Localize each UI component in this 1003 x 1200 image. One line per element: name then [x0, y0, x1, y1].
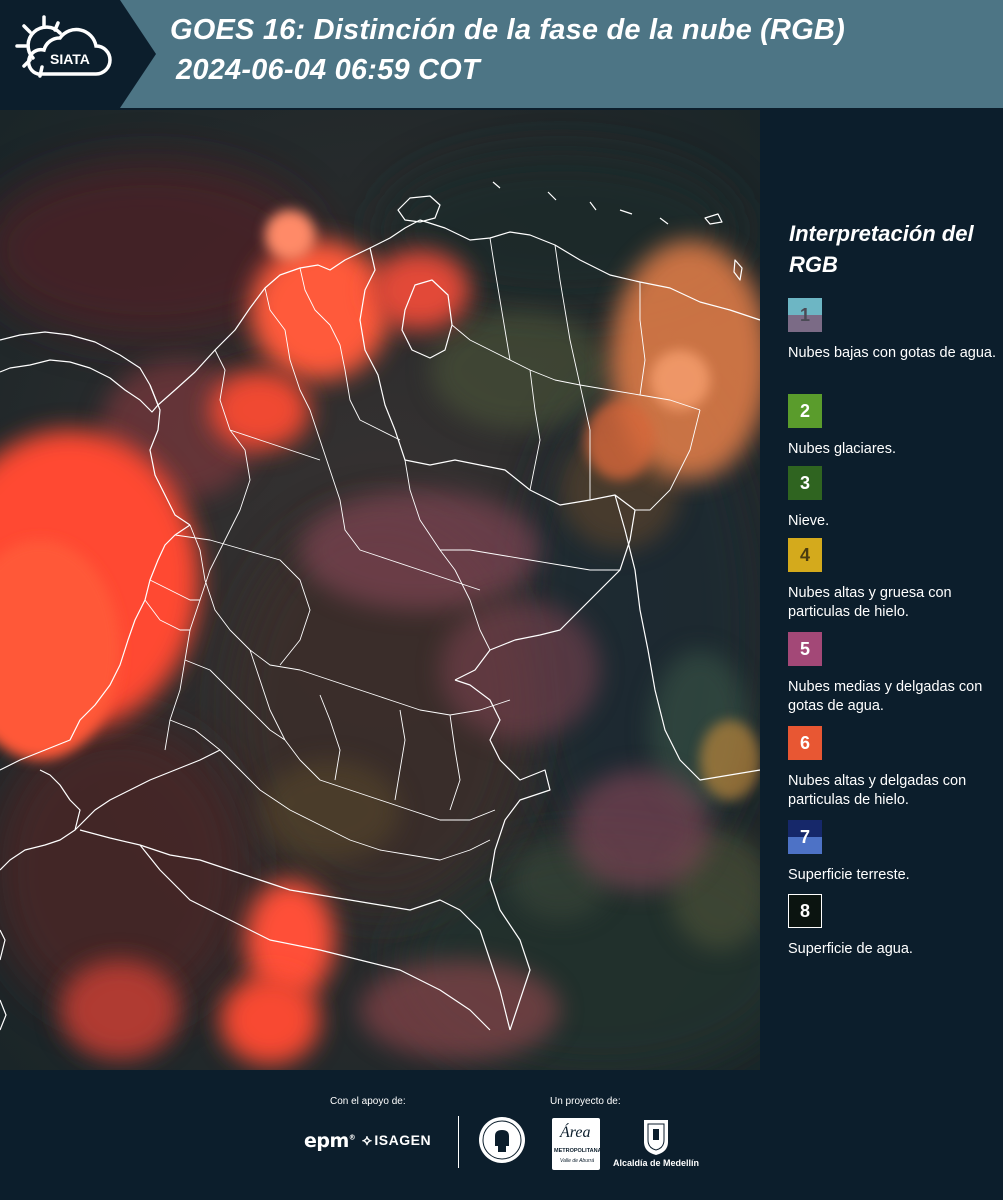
- svg-text:SIATA: SIATA: [50, 51, 90, 67]
- legend-swatch-5: 5: [788, 632, 822, 666]
- epm-logo-text: epm: [304, 1130, 349, 1152]
- legend-label-8: Superficie de agua.: [788, 941, 913, 957]
- legend-swatch-2: 2: [788, 394, 822, 428]
- page-title: GOES 16: Distinción de la fase de la nub…: [170, 14, 845, 46]
- legend-item-7: 7 Superficie terreste.: [788, 820, 998, 885]
- legend-number-3: 3: [799, 472, 810, 493]
- legend-swatch-7: 7: [788, 820, 822, 854]
- legend-label-7: Superficie terreste.: [788, 867, 910, 883]
- legend-label-3: Nieve.: [788, 513, 830, 529]
- area-metropolitana-logo[interactable]: Área METROPOLITANA Valle de Aburrá: [552, 1118, 602, 1170]
- legend-number-4: 4: [799, 544, 810, 565]
- legend-item-4: 4 Nubes altas y gruesa con particulas de…: [788, 538, 998, 622]
- area-logo-word: Área: [560, 1124, 591, 1141]
- legend-label-1: Nubes bajas con gotas de agua.: [788, 345, 996, 361]
- legend-panel: Interpretación del RGB 1 Nubes bajas con…: [762, 110, 1003, 1070]
- legend-label-4: Nubes altas y gruesa con particulas de h…: [788, 585, 952, 620]
- isagen-logo-text: ISAGEN: [374, 1132, 432, 1148]
- legend-item-3: 3 Nieve.: [788, 466, 998, 531]
- epm-logo[interactable]: epm®: [304, 1130, 356, 1152]
- legend-swatch-1: 1: [788, 298, 822, 332]
- project-label: Un proyecto de:: [550, 1096, 621, 1107]
- legend-label-6: Nubes altas y delgadas con particulas de…: [788, 773, 967, 808]
- legend-number-2: 2: [799, 400, 810, 421]
- legend-swatch-6: 6: [788, 726, 822, 760]
- legend-number-5: 5: [799, 638, 810, 659]
- footer: Con el apoyo de: Un proyecto de: epm® ⟡ I…: [0, 1070, 1003, 1200]
- seal-logo[interactable]: [478, 1116, 526, 1164]
- legend-item-2: 2 Nubes glaciares.: [788, 394, 998, 459]
- legend-number-1: 1: [799, 304, 810, 325]
- legend-title: Interpretación del RGB: [789, 221, 974, 277]
- alcaldia-shield-icon[interactable]: [642, 1118, 670, 1156]
- legend-swatch-8: 8: [788, 894, 822, 928]
- legend-number-7: 7: [799, 826, 810, 847]
- legend-number-6: 6: [799, 732, 810, 753]
- area-logo-sub1: METROPOLITANA: [554, 1148, 602, 1154]
- legend-item-5: 5 Nubes medias y delgadas con gotas de a…: [788, 632, 998, 716]
- siata-logo[interactable]: SIATA: [0, 0, 160, 108]
- area-logo-sub2: Valle de Aburrá: [560, 1158, 595, 1164]
- isagen-icon: ⟡: [362, 1132, 373, 1149]
- legend-item-8: 8 Superficie de agua.: [788, 894, 998, 959]
- isagen-logo[interactable]: ⟡ ISAGEN: [362, 1132, 431, 1149]
- legend-label-5: Nubes medias y delgadas con gotas de agu…: [788, 679, 983, 714]
- legend-swatch-3: 3: [788, 466, 822, 500]
- satellite-map[interactable]: [0, 110, 760, 1070]
- legend-number-8: 8: [799, 900, 810, 921]
- footer-divider: [458, 1116, 459, 1168]
- legend-label-2: Nubes glaciares.: [788, 441, 896, 457]
- support-label: Con el apoyo de:: [330, 1096, 406, 1107]
- alcaldia-label: Alcaldía de Medellín: [613, 1158, 700, 1168]
- header: SIATA GOES 16: Distinción de la fase de …: [0, 0, 1003, 108]
- legend-swatch-4: 4: [788, 538, 822, 572]
- timestamp: 2024-06-04 06:59 COT: [176, 54, 480, 86]
- legend-item-1: 1 Nubes bajas con gotas de agua.: [788, 298, 998, 363]
- legend-item-6: 6 Nubes altas y delgadas con particulas …: [788, 726, 998, 810]
